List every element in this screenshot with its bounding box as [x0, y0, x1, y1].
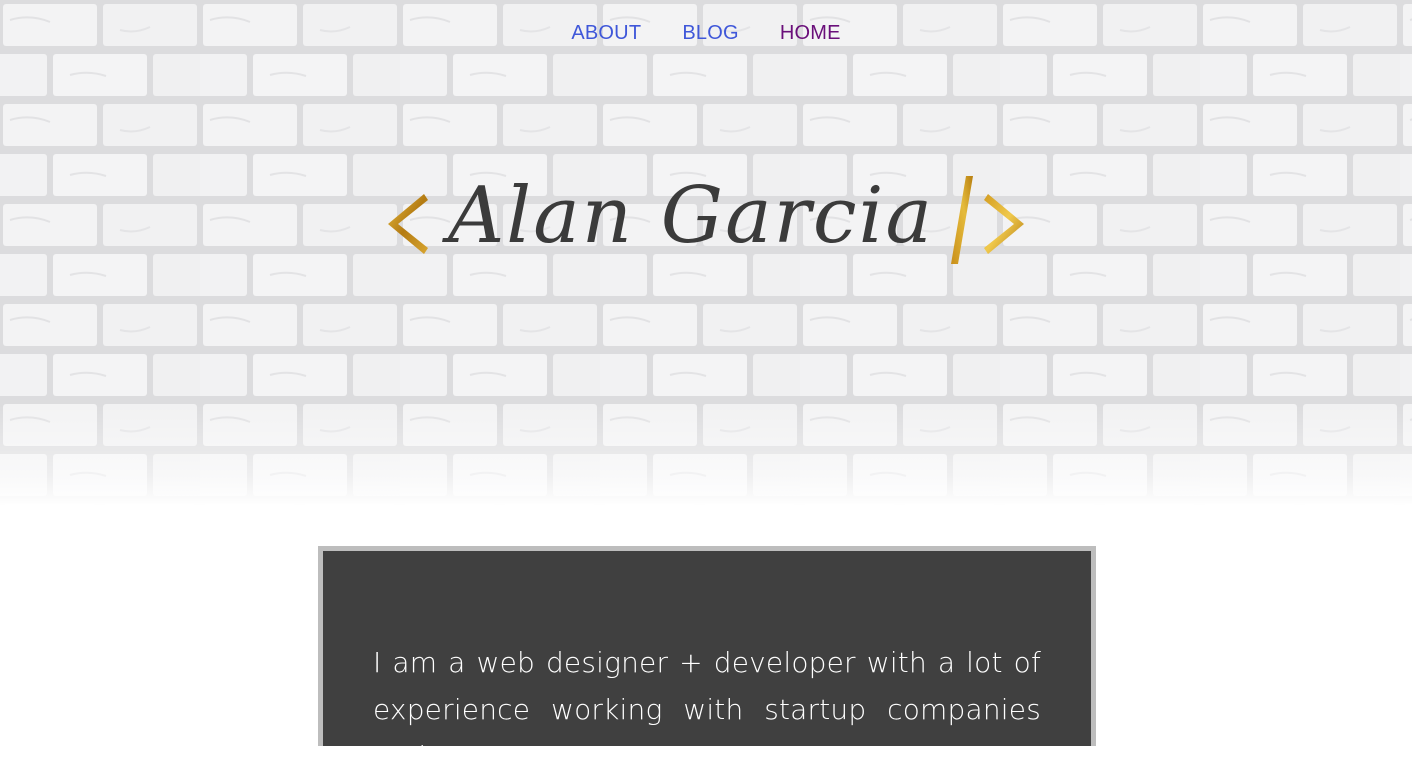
- logo-name-text: Alan Garcia: [447, 171, 935, 261]
- nav-home-link[interactable]: HOME: [780, 18, 841, 48]
- nav-about-link[interactable]: ABOUT: [571, 18, 641, 48]
- intro-text: I am a web designer + developer with a l…: [373, 639, 1041, 780]
- intro-line: experience working with startup companie…: [373, 693, 1041, 773]
- nav-blog-link[interactable]: BLOG: [682, 18, 738, 48]
- top-navigation: ABOUT BLOG HOME: [0, 18, 1412, 48]
- logo-slash-icon: [951, 176, 974, 264]
- logo-open-bracket-icon: [387, 194, 428, 254]
- intro-card: I am a web designer + developer with a l…: [318, 546, 1096, 773]
- intro-line: I am a web designer + developer with a l…: [373, 646, 1041, 679]
- site-logo: Alan Garcia: [0, 170, 1412, 270]
- logo-close-bracket-icon: [984, 194, 1025, 254]
